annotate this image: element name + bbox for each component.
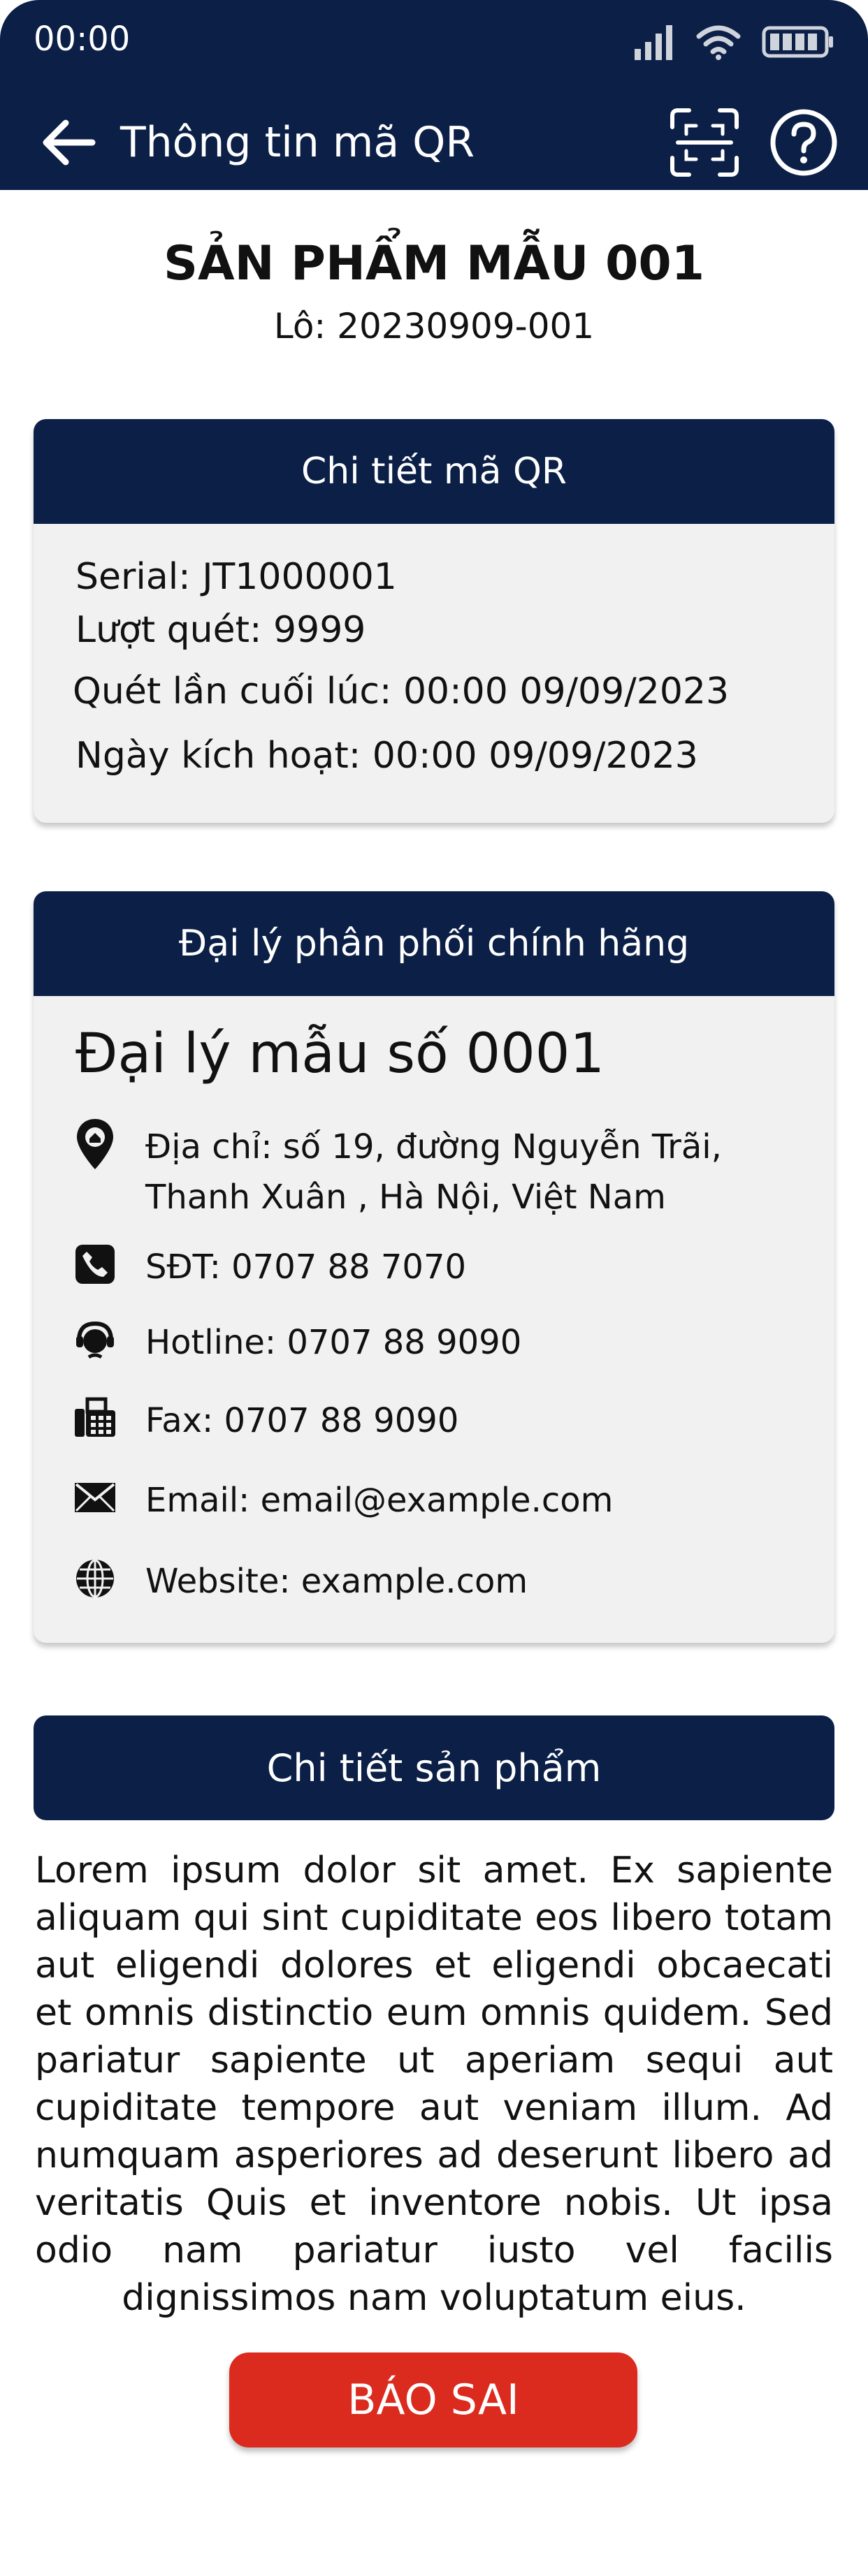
page-title: Thông tin mã QR (120, 118, 475, 167)
status-time: 00:00 (34, 20, 131, 59)
dealer-name: Đại lý mẫu số 0001 (75, 1023, 605, 1085)
fax-icon (73, 1396, 117, 1440)
dealer-phone-text: SĐT: 0707 88 7070 (145, 1247, 467, 1287)
last-scan-text: Quét lần cuối lúc: 00:00 09/09/2023 (73, 671, 730, 712)
qr-details-card: Chi tiết mã QR Serial: JT1000001 Lượt qu… (34, 419, 834, 823)
mail-icon (73, 1475, 117, 1520)
signal-icon (635, 25, 672, 60)
dealer-heading: Đại lý phân phối chính hãng (34, 891, 834, 996)
help-icon (770, 109, 837, 176)
app-header: 00:00 Thông tin mã QR (0, 0, 868, 190)
product-details-heading: Chi tiết sản phẩm (34, 1715, 834, 1820)
dealer-hotline-row[interactable]: Hotline: 0707 88 9090 (73, 1317, 816, 1368)
globe-icon (73, 1556, 117, 1601)
dealer-website-row[interactable]: Website: example.com (73, 1556, 816, 1607)
dealer-email-text: Email: email@example.com (145, 1481, 614, 1520)
headset-icon (73, 1317, 117, 1362)
dealer-address-row: Địa chỉ: số 19, đường Nguyễn Trãi, Thanh… (73, 1119, 816, 1222)
dealer-fax-row: Fax: 0707 88 9090 (73, 1396, 816, 1446)
report-error-button[interactable]: BÁO SAI (229, 2352, 637, 2447)
battery-icon (762, 26, 833, 58)
product-name: SẢN PHẨM MẪU 001 (163, 236, 705, 291)
qr-scan-icon (670, 108, 739, 177)
location-pin-icon (73, 1119, 117, 1169)
dealer-email-row[interactable]: Email: email@example.com (73, 1475, 816, 1525)
dealer-fax-text: Fax: 0707 88 9090 (145, 1401, 459, 1440)
help-button[interactable] (767, 106, 840, 179)
phone-icon (73, 1242, 117, 1287)
serial-text: Serial: JT1000001 (75, 556, 397, 598)
qr-details-heading: Chi tiết mã QR (34, 419, 834, 524)
wifi-icon (696, 25, 741, 60)
dealer-address-text: Địa chỉ: số 19, đường Nguyễn Trãi, Thanh… (145, 1127, 722, 1217)
arrow-left-icon (43, 119, 96, 166)
dealer-hotline-text: Hotline: 0707 88 9090 (145, 1323, 522, 1362)
dealer-card: Đại lý phân phối chính hãng Đại lý mẫu s… (34, 891, 834, 1643)
product-lot: Lô: 20230909-001 (273, 306, 595, 346)
dealer-website-text: Website: example.com (145, 1562, 528, 1601)
qr-scan-button[interactable] (668, 106, 741, 179)
activation-date-text: Ngày kích hoạt: 00:00 09/09/2023 (75, 735, 698, 777)
status-icons (633, 24, 834, 60)
back-button[interactable] (39, 113, 98, 172)
dealer-phone-row[interactable]: SĐT: 0707 88 7070 (73, 1242, 816, 1292)
product-description: Lorem ipsum dolor sit amet. Ex sapiente … (35, 1850, 833, 2319)
phone-screen: 00:00 Thông tin mã QR SẢN PHẨM MẪU 001 L… (0, 0, 868, 2576)
scan-count-text: Lượt quét: 9999 (75, 609, 366, 651)
